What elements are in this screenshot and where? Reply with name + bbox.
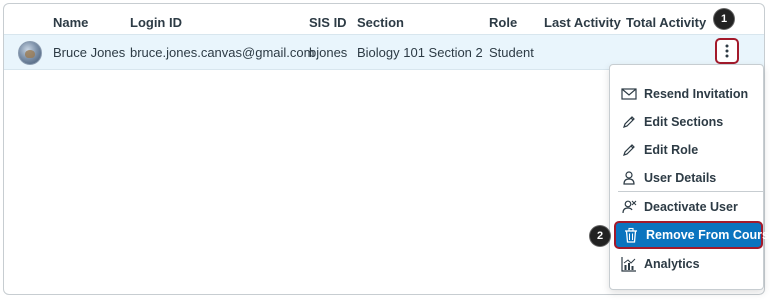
- header-name[interactable]: Name: [53, 15, 88, 30]
- pencil-icon: [623, 116, 635, 128]
- menu-item-edit-sections[interactable]: Edit Sections: [610, 109, 763, 135]
- header-last-activity[interactable]: Last Activity: [544, 15, 621, 30]
- menu-item-resend-invitation[interactable]: Resend Invitation: [610, 81, 763, 107]
- section-cell: Biology 101 Section 2: [357, 45, 483, 60]
- header-total-activity[interactable]: Total Activity: [626, 15, 706, 30]
- menu-item-deactivate-user[interactable]: Deactivate User: [610, 194, 763, 220]
- user-options-button[interactable]: [715, 38, 739, 64]
- header-role[interactable]: Role: [489, 15, 517, 30]
- pencil-icon: [623, 144, 635, 156]
- user-name-link[interactable]: Bruce Jones: [53, 45, 125, 60]
- callout-badge-1: 1: [714, 9, 734, 29]
- header-section[interactable]: Section: [357, 15, 404, 30]
- envelope-icon: [621, 88, 637, 100]
- sis-id-cell: bjones: [309, 45, 348, 60]
- role-cell: Student: [489, 45, 534, 60]
- user-options-menu: Resend Invitation Edit Sections Edit Rol…: [609, 64, 770, 290]
- chart-icon: [621, 257, 636, 272]
- menu-item-edit-role[interactable]: Edit Role: [610, 137, 763, 163]
- user-x-icon: [622, 200, 637, 214]
- login-id-cell: bruce.jones.canvas@gmail.com: [130, 45, 315, 60]
- kebab-icon: [725, 44, 729, 58]
- table-header: Name Login ID SIS ID Section Role Last A…: [4, 4, 764, 34]
- user-icon: [623, 171, 635, 185]
- callout-badge-2: 2: [590, 226, 610, 246]
- avatar[interactable]: [18, 41, 42, 65]
- header-sis-id[interactable]: SIS ID: [309, 15, 347, 30]
- header-login-id[interactable]: Login ID: [130, 15, 182, 30]
- menu-divider: [618, 191, 764, 192]
- menu-item-remove-from-course[interactable]: Remove From Course: [614, 221, 770, 249]
- menu-item-analytics[interactable]: Analytics: [610, 251, 763, 277]
- menu-item-user-details[interactable]: User Details: [610, 165, 763, 191]
- trash-icon: [625, 227, 637, 243]
